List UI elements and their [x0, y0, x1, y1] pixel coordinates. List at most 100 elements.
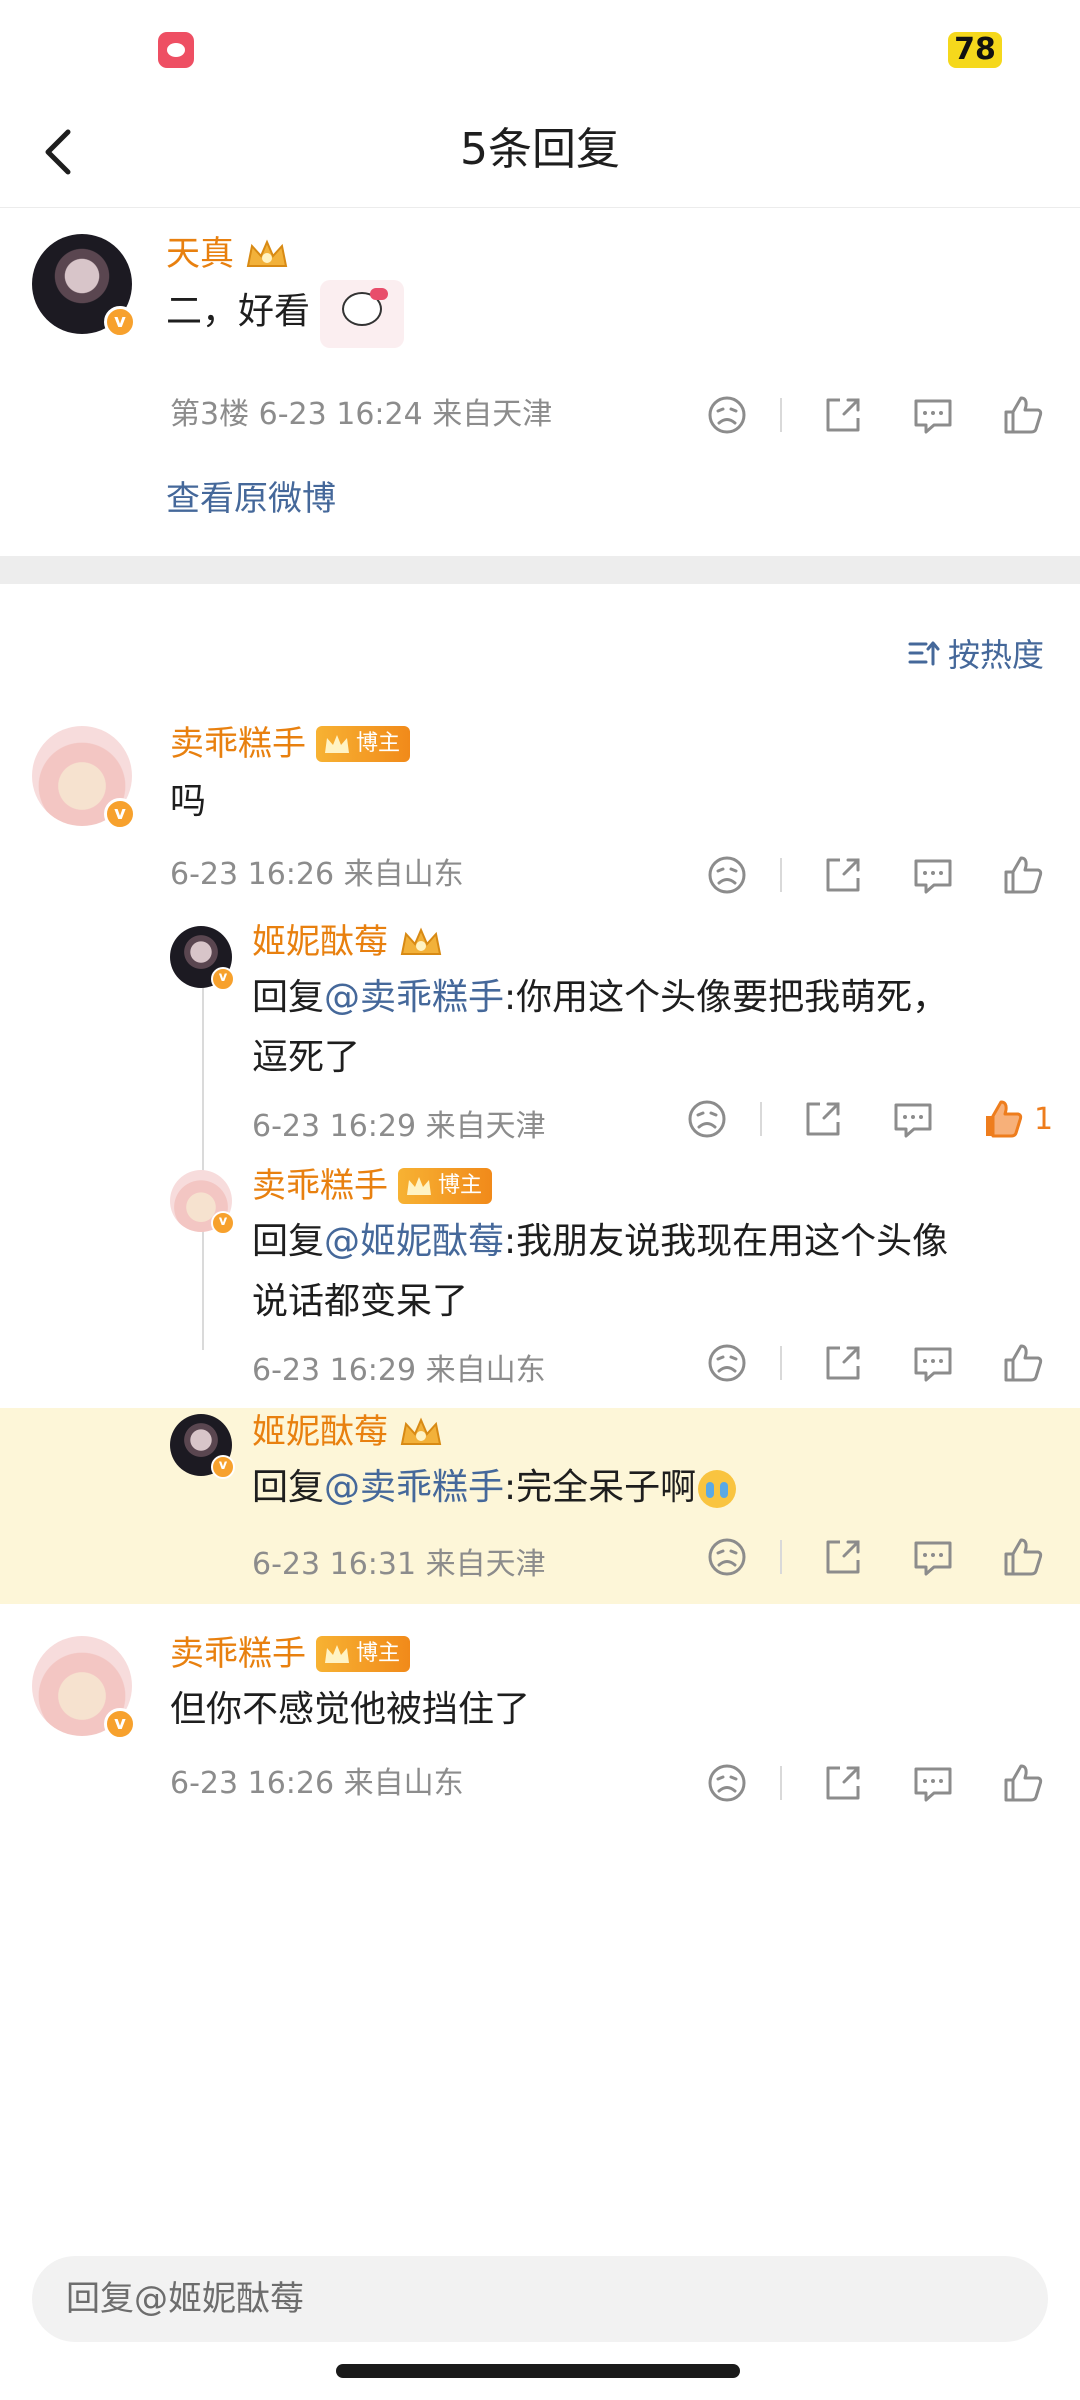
verified-icon: v — [104, 798, 136, 830]
sort-button[interactable]: 按热度 — [908, 628, 1044, 678]
reply-body-continued: 说话都变呆了 — [252, 1281, 469, 1322]
home-indicator[interactable] — [336, 2364, 740, 2378]
like-icon[interactable] — [1000, 1340, 1046, 1386]
crown-icon — [325, 735, 349, 753]
share-icon[interactable] — [820, 1760, 866, 1806]
username-text: 天真 — [166, 234, 234, 274]
username-text: 卖乖糕手 — [170, 724, 306, 764]
reply-text: 回复@卖乖糕手:你用这个头像要把我萌死， 逗死了 — [252, 968, 1042, 1088]
verified-icon: v — [104, 306, 136, 338]
dislike-icon[interactable] — [704, 1760, 750, 1806]
crown-icon — [398, 924, 444, 960]
floor-number: 第3楼 — [170, 397, 250, 432]
comment-username[interactable]: 卖乖糕手 博主 — [170, 722, 411, 766]
comment-username[interactable]: 天真 — [166, 232, 290, 276]
comment-actions — [704, 1760, 1044, 1810]
username-text: 姬妮酞莓 — [252, 922, 388, 962]
comment-icon[interactable] — [910, 1534, 956, 1580]
mention-link[interactable]: @卖乖糕手 — [324, 1467, 504, 1508]
reply-username[interactable]: 姬妮酞莓 — [252, 920, 444, 964]
username-text: 姬妮酞莓 — [252, 1412, 388, 1452]
crying-emoji-icon — [698, 1470, 737, 1508]
comment-icon[interactable] — [910, 1340, 956, 1386]
comment-location: 来自天津 — [425, 1109, 546, 1144]
comment-icon[interactable] — [890, 1096, 936, 1142]
avatar[interactable]: v — [32, 234, 136, 338]
comment-location: 来自天津 — [432, 397, 553, 432]
reply-actions — [704, 1340, 1044, 1390]
battery-indicator: 78 — [948, 32, 1002, 68]
comment-icon[interactable] — [910, 1760, 956, 1806]
like-icon-active[interactable] — [980, 1096, 1026, 1142]
avatar[interactable]: v — [170, 1170, 235, 1235]
notification-app-icon — [158, 32, 194, 68]
avatar[interactable]: v — [170, 1414, 235, 1479]
reply-text: 回复@姬妮酞莓:我朋友说我现在用这个头像 说话都变呆了 — [252, 1212, 1042, 1332]
crown-icon — [398, 1414, 444, 1450]
sort-icon — [908, 641, 940, 666]
mention-link[interactable]: @卖乖糕手 — [324, 977, 504, 1018]
reply-actions: 1 — [684, 1096, 1074, 1146]
verified-icon: v — [211, 967, 235, 991]
comment-time: 6-23 16:24 — [258, 397, 423, 432]
comment-text: 吗 — [170, 781, 207, 822]
comment-time: 6-23 16:26 — [170, 857, 335, 892]
crown-icon — [244, 236, 290, 272]
avatar[interactable]: v — [32, 726, 136, 830]
view-original-link[interactable]: 查看原微博 — [166, 474, 336, 524]
comment-time: 6-23 16:31 — [252, 1547, 417, 1582]
reply-username[interactable]: 姬妮酞莓 — [252, 1410, 444, 1454]
dislike-icon[interactable] — [704, 392, 750, 438]
like-icon[interactable] — [1000, 392, 1046, 438]
reply-body: :我朋友说我现在用这个头像 — [504, 1221, 949, 1262]
share-icon[interactable] — [820, 392, 866, 438]
comment-actions — [704, 852, 1044, 902]
comment-meta: 6-23 16:26 来自山东 — [170, 855, 464, 895]
comment-icon[interactable] — [910, 392, 956, 438]
reply-username[interactable]: 卖乖糕手 博主 — [252, 1164, 493, 1208]
reply-body: :你用这个头像要把我萌死， — [504, 977, 949, 1018]
comment-meta: 第3楼 6-23 16:24 来自天津 — [170, 395, 552, 435]
reply-prefix: 回复 — [252, 1221, 325, 1262]
comment-time: 6-23 16:29 — [252, 1353, 417, 1388]
verified-icon: v — [104, 1708, 136, 1740]
comment-username[interactable]: 卖乖糕手 博主 — [170, 1632, 411, 1676]
dislike-icon[interactable] — [684, 1096, 730, 1142]
mention-link[interactable]: @姬妮酞莓 — [324, 1221, 504, 1262]
crown-icon — [407, 1177, 431, 1195]
share-icon[interactable] — [800, 1096, 846, 1142]
comment-time: 6-23 16:26 — [170, 1766, 335, 1801]
comment-meta: 6-23 16:26 来自山东 — [170, 1764, 464, 1804]
reply-input[interactable]: 回复@姬妮酞莓 — [32, 2256, 1048, 2342]
nav-bar: 5条回复 — [0, 100, 1080, 208]
comment-text: 二，好看 — [166, 291, 311, 332]
status-bar: 78 — [0, 0, 1080, 100]
verified-icon: v — [211, 1211, 235, 1235]
like-icon[interactable] — [1000, 852, 1046, 898]
dislike-icon[interactable] — [704, 1340, 750, 1386]
like-icon[interactable] — [1000, 1534, 1046, 1580]
like-count: 1 — [1034, 1102, 1054, 1137]
username-text: 卖乖糕手 — [252, 1166, 388, 1206]
section-divider — [0, 556, 1080, 584]
comment-text: 但你不感觉他被挡住了 — [170, 1689, 531, 1730]
author-badge-label: 博主 — [356, 1641, 401, 1666]
comment-icon[interactable] — [910, 852, 956, 898]
reply-meta: 6-23 16:29 来自天津 — [252, 1107, 546, 1147]
reply-text: 回复@卖乖糕手:完全呆子啊 — [252, 1458, 1042, 1518]
avatar[interactable]: v — [170, 926, 235, 991]
avatar[interactable]: v — [32, 1636, 136, 1740]
author-badge: 博主 — [398, 1168, 493, 1204]
comment-location: 来自天津 — [425, 1547, 546, 1582]
reply-meta: 6-23 16:31 来自天津 — [252, 1545, 546, 1585]
author-badge-label: 博主 — [356, 731, 401, 756]
like-icon[interactable] — [1000, 1760, 1046, 1806]
share-icon[interactable] — [820, 1534, 866, 1580]
dislike-icon[interactable] — [704, 852, 750, 898]
username-text: 卖乖糕手 — [170, 1634, 306, 1674]
share-icon[interactable] — [820, 1340, 866, 1386]
dislike-icon[interactable] — [704, 1534, 750, 1580]
share-icon[interactable] — [820, 852, 866, 898]
reply-body-continued: 逗死了 — [252, 1037, 361, 1078]
comment-location: 来自山东 — [425, 1353, 546, 1388]
